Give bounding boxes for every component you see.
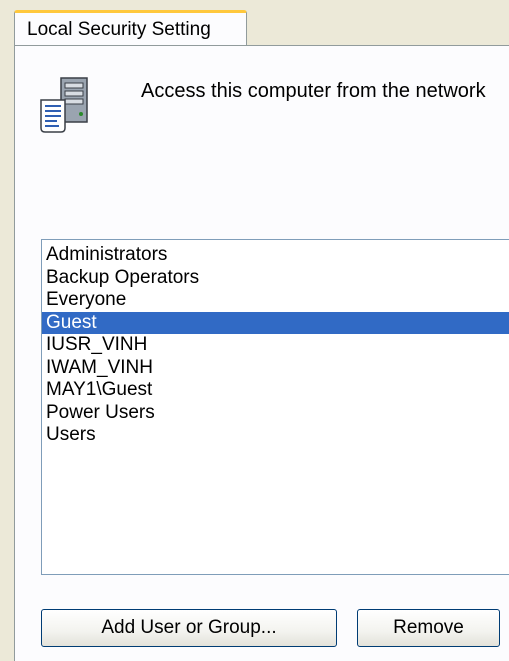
list-item[interactable]: Backup Operators [42,267,509,290]
remove-button[interactable]: Remove [357,609,500,647]
list-item[interactable]: IWAM_VINH [42,357,509,380]
list-item[interactable]: Administrators [42,244,509,267]
server-document-icon [40,77,88,133]
list-item-selected[interactable]: Guest [42,311,509,334]
list-item[interactable]: Everyone [42,289,509,312]
list-item[interactable]: IUSR_VINH [42,334,509,357]
add-user-or-group-button[interactable]: Add User or Group... [41,609,337,647]
security-setting-dialog: Local Security Setting Access this compu… [0,0,509,661]
policy-title: Access this computer from the network [141,80,486,102]
tab-local-security-setting[interactable]: Local Security Setting [14,10,247,46]
list-item[interactable]: Users [42,424,509,447]
list-item[interactable]: Power Users [42,402,509,425]
tab-strip: Local Security Setting [0,0,509,46]
tab-panel: Access this computer from the network Ad… [14,45,509,661]
list-item[interactable]: MAY1\Guest [42,379,509,402]
principals-listbox[interactable]: Administrators Backup Operators Everyone… [41,239,509,575]
